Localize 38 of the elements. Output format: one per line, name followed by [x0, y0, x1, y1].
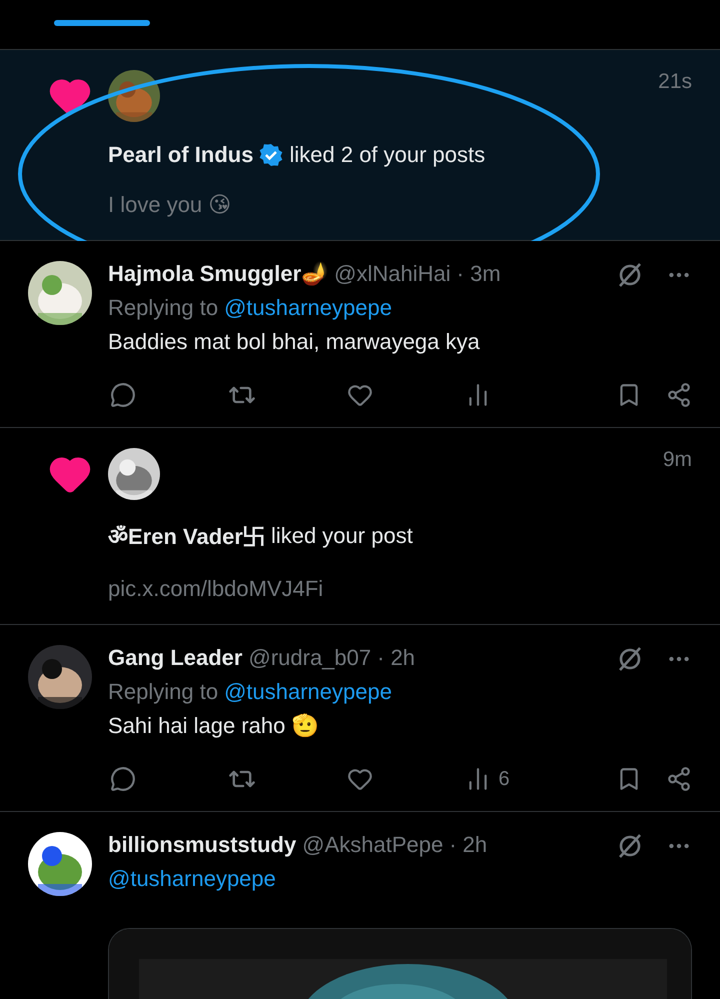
- post-text: Baddies mat bol bhai, marwayega kya: [108, 329, 480, 355]
- grok-icon[interactable]: [616, 832, 644, 860]
- share-button[interactable]: [666, 766, 692, 792]
- views-button[interactable]: 6: [464, 766, 524, 792]
- user-name[interactable]: Gang Leader: [108, 645, 242, 671]
- grok-icon[interactable]: [616, 645, 644, 673]
- post-preview: pic.x.com/lbdoMVJ4Fi: [108, 576, 324, 602]
- post-time: · 2h: [449, 832, 488, 858]
- user-name[interactable]: Hajmola Smuggler🪔: [108, 261, 328, 287]
- mention-link[interactable]: @tusharneypepe: [108, 866, 276, 892]
- verified-badge-icon: [259, 143, 284, 167]
- user-name[interactable]: billionsmuststudy: [108, 832, 296, 858]
- user-handle: @rudra_b07: [248, 645, 372, 671]
- user-handle: @xlNahiHai: [334, 261, 451, 287]
- notification-text: liked your post: [270, 523, 413, 549]
- user-name[interactable]: ॐEren Vader卐: [108, 520, 265, 552]
- replying-label: Replying to: [108, 679, 218, 705]
- notification-row[interactable]: 21s Pearl of Indus liked 2 of your posts I love you 😘: [0, 50, 720, 241]
- replying-label: Replying to: [108, 295, 218, 321]
- post-time: · 3m: [456, 261, 501, 287]
- post-text: Sahi hai lage raho 🫡: [108, 713, 318, 739]
- post-time: · 2h: [377, 645, 416, 671]
- like-button[interactable]: [347, 382, 373, 408]
- share-button[interactable]: [666, 382, 692, 408]
- reply-button[interactable]: [110, 766, 136, 792]
- views-count: 6: [498, 768, 510, 790]
- grok-icon[interactable]: [616, 261, 644, 289]
- user-handle: @AkshatPepe: [302, 832, 444, 858]
- mention-link[interactable]: @tusharneypepe: [224, 295, 392, 321]
- user-name[interactable]: Pearl of Indus: [108, 142, 254, 168]
- notification-time: 21s: [658, 70, 692, 94]
- reply-button[interactable]: [110, 382, 136, 408]
- like-button[interactable]: [347, 766, 373, 792]
- notification-time: 9m: [662, 448, 692, 472]
- post-row[interactable]: Hajmola Smuggler🪔 @xlNahiHai · 3m Replying to @tusharneypepe Baddies mat bol bhai, marwayega kya: [0, 241, 720, 428]
- post-preview: I love you 😘: [108, 192, 232, 218]
- mention-link[interactable]: @tusharneypepe: [224, 679, 392, 705]
- notification-text: liked 2 of your posts: [289, 142, 486, 168]
